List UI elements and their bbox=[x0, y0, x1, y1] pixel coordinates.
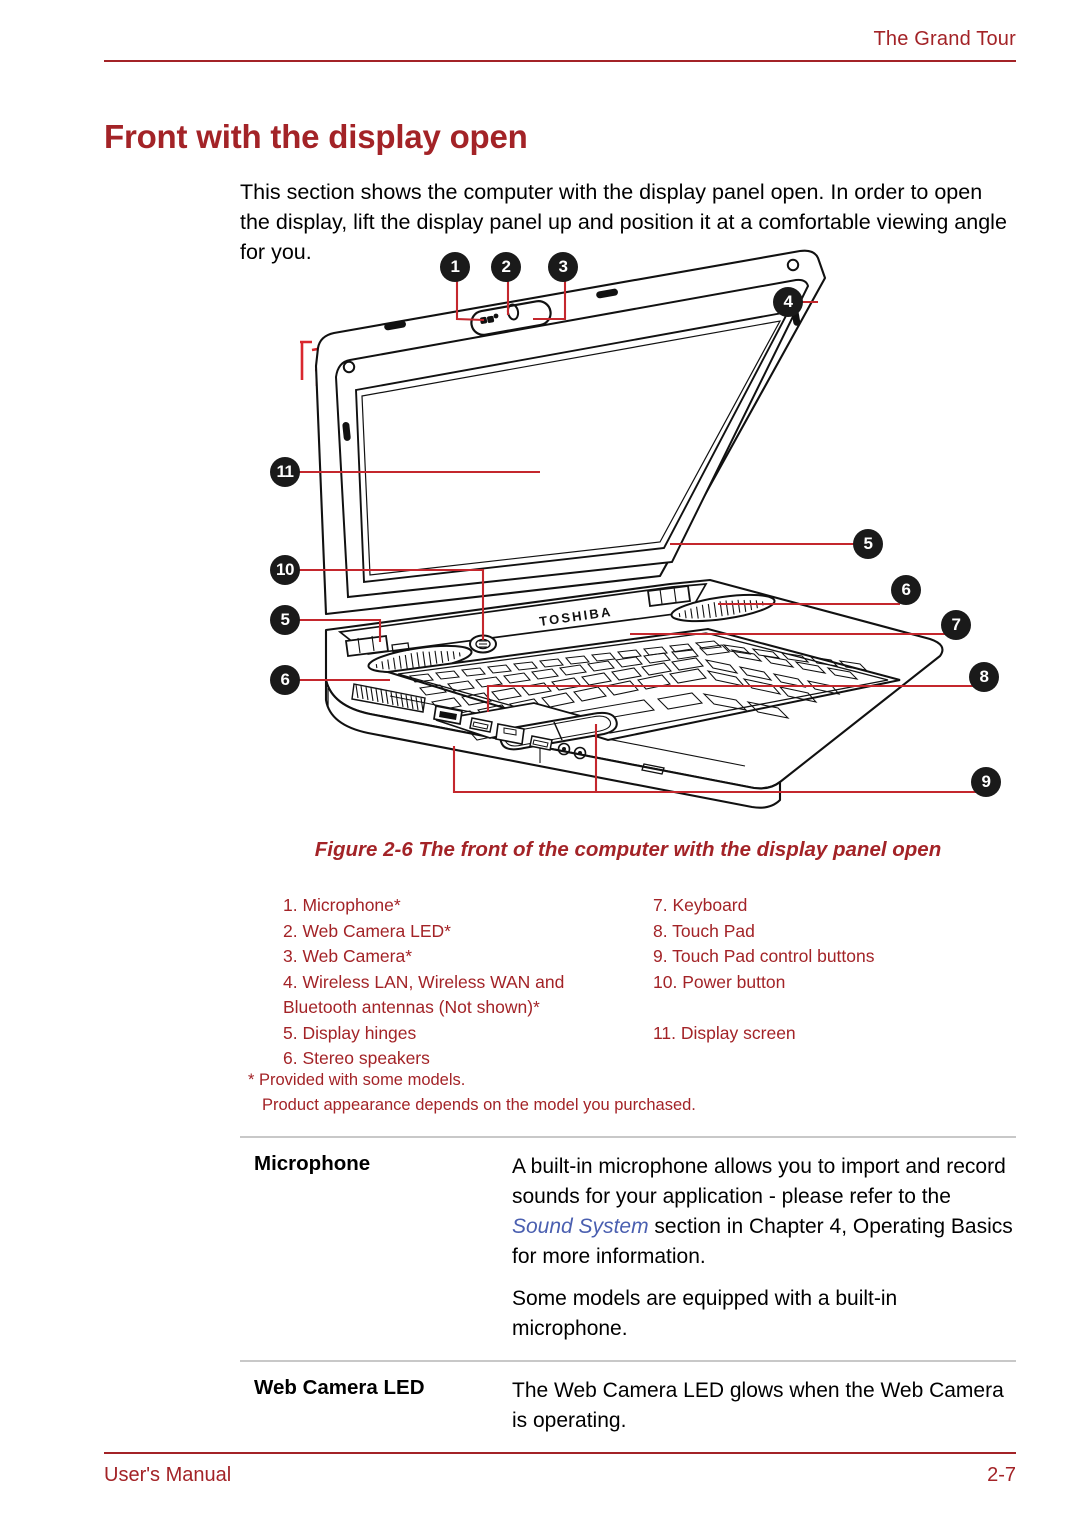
callout-badge-11: 11 bbox=[270, 457, 300, 487]
legend-item: 3. Web Camera* bbox=[283, 946, 413, 966]
legend-column-left: 1. Microphone* 2. Web Camera LED* 3. Web… bbox=[283, 893, 613, 1072]
definition-paragraph: The Web Camera LED glows when the Web Ca… bbox=[512, 1379, 1004, 1432]
callout-badge-6-right: 6 bbox=[891, 575, 921, 605]
footnote-product-appearance: Product appearance depends on the model … bbox=[262, 1096, 696, 1114]
legend-item: 1. Microphone* bbox=[283, 895, 401, 915]
definition-description: A built-in microphone allows you to impo… bbox=[512, 1136, 1016, 1361]
cross-reference-link[interactable]: Sound System bbox=[512, 1215, 649, 1238]
callout-badge-5-right: 5 bbox=[853, 529, 883, 559]
manual-page: The Grand Tour Front with the display op… bbox=[0, 0, 1080, 1530]
callout-badge-10: 10 bbox=[270, 555, 300, 585]
definition-paragraph: A built-in microphone allows you to impo… bbox=[512, 1152, 1016, 1272]
legend-column-right: 7. Keyboard 8. Touch Pad 9. Touch Pad co… bbox=[653, 893, 983, 1046]
legend-item: 10. Power button bbox=[653, 971, 786, 992]
callout-badge-3: 3 bbox=[548, 252, 578, 282]
running-header: The Grand Tour bbox=[104, 28, 1016, 51]
callout-badge-1: 1 bbox=[440, 252, 470, 282]
figure-caption: Figure 2-6 The front of the computer wit… bbox=[314, 838, 942, 861]
callout-badge-2: 2 bbox=[491, 252, 521, 282]
table-row: Web Camera LED The Web Camera LED glows … bbox=[240, 1360, 1016, 1454]
definition-description: The Web Camera LED glows when the Web Ca… bbox=[512, 1360, 1016, 1454]
definition-text-before: A built-in microphone allows you to impo… bbox=[512, 1155, 1006, 1208]
legend-item: 11. Display screen bbox=[653, 1022, 796, 1043]
definition-term: Web Camera LED bbox=[240, 1360, 512, 1454]
figure-footnotes: * Provided with some models. Product app… bbox=[248, 1068, 948, 1118]
header-divider bbox=[104, 60, 1016, 62]
footer-page-number: 2-7 bbox=[987, 1464, 1016, 1486]
callout-badge-8: 8 bbox=[969, 662, 999, 692]
callout-badge-5-left: 5 bbox=[270, 605, 300, 635]
web-camera-led-indicator bbox=[493, 313, 499, 319]
component-description-table: Microphone A built-in microphone allows … bbox=[240, 1136, 1016, 1454]
legend-item: 2. Web Camera LED* bbox=[283, 920, 451, 941]
callout-badge-9: 9 bbox=[971, 767, 1001, 797]
legend-item: 7. Keyboard bbox=[653, 895, 748, 915]
callout-badge-7: 7 bbox=[941, 610, 971, 640]
legend-item: 9. Touch Pad control buttons bbox=[653, 946, 875, 966]
laptop-line-drawing: TOSHIBA bbox=[280, 249, 980, 809]
definition-paragraph-2: Some models are equipped with a built-in… bbox=[512, 1287, 898, 1340]
callout-badge-6-left: 6 bbox=[270, 665, 300, 695]
footer-divider bbox=[104, 1452, 1016, 1454]
callout-badge-4: 4 bbox=[773, 287, 803, 317]
legend-item: 5. Display hinges bbox=[283, 1022, 417, 1043]
legend-item: 8. Touch Pad bbox=[653, 920, 755, 941]
page-title: Front with the display open bbox=[104, 118, 528, 156]
legend-item: 4. Wireless LAN, Wireless WAN and Blueto… bbox=[283, 971, 565, 1018]
figure-laptop-front-open: TOSHIBA 1 2 3 4 5 6 7 8 9 11 10 5 6 bbox=[240, 244, 1040, 834]
definition-term: Microphone bbox=[240, 1136, 512, 1361]
running-header-title: The Grand Tour bbox=[873, 28, 1016, 50]
footnote-provided-some-models: * Provided with some models. bbox=[248, 1071, 466, 1089]
table-row: Microphone A built-in microphone allows … bbox=[240, 1136, 1016, 1361]
